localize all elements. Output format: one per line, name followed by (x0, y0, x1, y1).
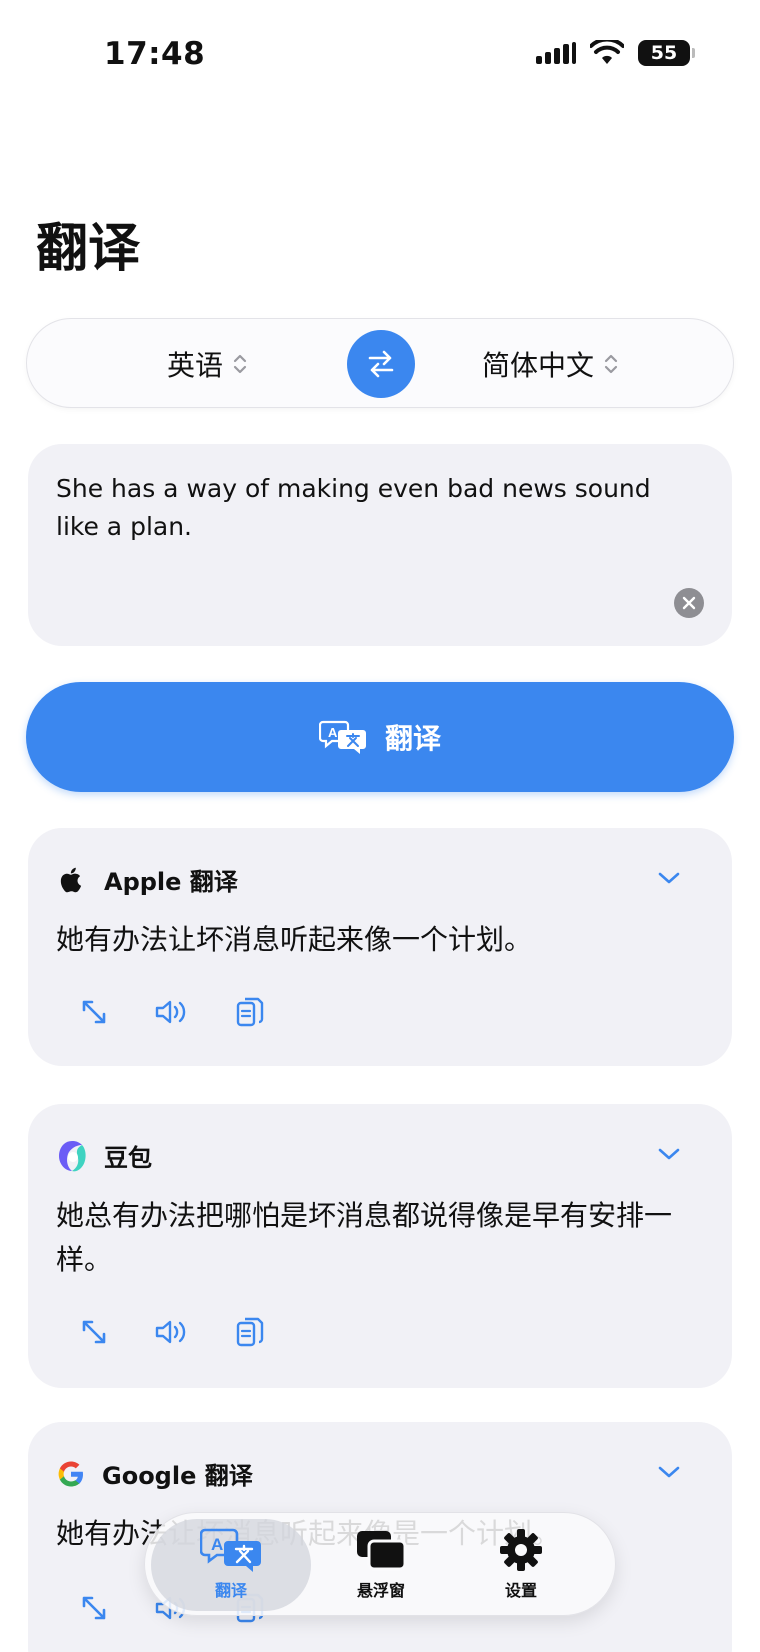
expand-icon[interactable] (76, 994, 112, 1030)
provider-name: Google 翻译 (102, 1462, 253, 1490)
tab-label: 悬浮窗 (356, 1581, 405, 1600)
result-card-doubao: 豆包 她总有办法把哪怕是坏消息都说得像是早有安排一样。 (28, 1104, 732, 1388)
svg-text:A: A (211, 1535, 223, 1554)
result-card-header[interactable]: 豆包 (56, 1138, 152, 1173)
result-card-header[interactable]: Google 翻译 (56, 1456, 253, 1491)
speaker-icon[interactable] (154, 1314, 190, 1350)
copy-icon[interactable] (232, 994, 268, 1030)
translate-icon: A (200, 1528, 261, 1572)
expand-icon[interactable] (76, 1590, 112, 1626)
provider-name: 豆包 (104, 1144, 152, 1172)
copy-icon[interactable] (232, 1314, 268, 1350)
clear-text-button[interactable] (674, 588, 704, 618)
chevron-down-icon[interactable] (658, 1146, 680, 1165)
bottom-tab-bar: A 翻译 悬浮窗 设置 (144, 1512, 616, 1616)
chevron-up-down-icon (604, 353, 618, 375)
translation-text: 她有办法让坏消息听起来像一个计划。 (56, 923, 533, 956)
status-indicators: 55 (536, 40, 695, 66)
source-text-input[interactable]: She has a way of making even bad news so… (56, 470, 696, 546)
chevron-up-down-icon (233, 353, 247, 375)
source-language-label: 英语 (167, 349, 224, 382)
provider-name: Apple 翻译 (104, 868, 238, 896)
doubao-logo-icon (59, 1140, 86, 1171)
status-bar: 17:48 55 (0, 0, 760, 110)
gear-icon (500, 1529, 542, 1571)
tab-label: 翻译 (214, 1581, 247, 1600)
translate-button[interactable]: A 翻译 (26, 682, 734, 792)
result-card-header[interactable]: Apple 翻译 (56, 862, 238, 897)
result-actions (76, 994, 268, 1030)
expand-icon[interactable] (76, 1314, 112, 1350)
translation-text: 她总有办法把哪怕是坏消息都说得像是早有安排一样。 (56, 1199, 673, 1276)
google-logo-icon (58, 1461, 83, 1486)
source-language-picker[interactable]: 英语 (167, 319, 247, 409)
status-time: 17:48 (104, 36, 206, 72)
swap-arrows-icon (368, 350, 394, 378)
translate-button-label: 翻译 (384, 722, 441, 755)
tab-settings[interactable]: 设置 (461, 1527, 581, 1601)
target-language-label: 简体中文 (482, 349, 595, 382)
result-card-apple: Apple 翻译 她有办法让坏消息听起来像一个计划。 (28, 828, 732, 1066)
close-icon (682, 596, 696, 610)
speaker-icon[interactable] (154, 994, 190, 1030)
chevron-down-icon[interactable] (658, 1464, 680, 1483)
tab-floating-window[interactable]: 悬浮窗 (321, 1527, 441, 1601)
apple-logo-icon (60, 867, 82, 892)
source-text-card[interactable]: She has a way of making even bad news so… (28, 444, 732, 646)
wifi-icon (590, 40, 624, 64)
tab-label: 设置 (504, 1581, 537, 1600)
battery-indicator: 55 (638, 40, 695, 66)
svg-text:A: A (328, 725, 338, 740)
target-language-picker[interactable]: 简体中文 (482, 319, 618, 409)
cellular-signal-icon (536, 42, 576, 64)
floating-window-icon (357, 1531, 407, 1571)
chevron-down-icon[interactable] (658, 870, 680, 889)
tab-translate[interactable]: A 翻译 (171, 1527, 291, 1601)
swap-languages-button[interactable] (347, 330, 415, 398)
result-actions (76, 1314, 268, 1350)
page-title: 翻译 (36, 219, 141, 279)
translate-icon: A (318, 720, 366, 754)
language-selector-bar: 英语 简体中文 (26, 318, 734, 408)
